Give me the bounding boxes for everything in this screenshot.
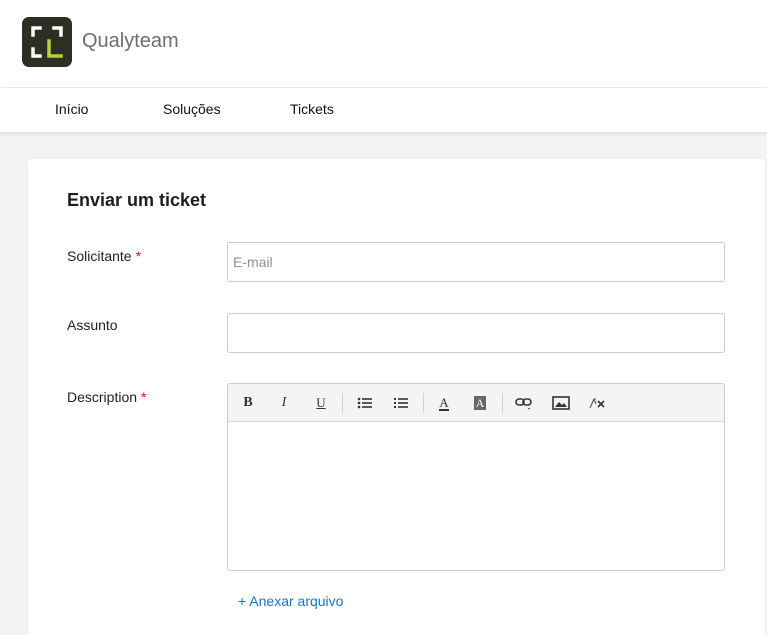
editor-toolbar: B I U A A xyxy=(228,384,724,422)
italic-glyph: I xyxy=(281,395,287,410)
nav-item-tickets[interactable]: Tickets xyxy=(290,101,334,117)
nav-item-solucoes[interactable]: Soluções xyxy=(163,101,221,117)
background-color-icon[interactable]: A xyxy=(469,393,491,413)
numbered-list-icon[interactable] xyxy=(390,393,412,413)
requester-email-input[interactable] xyxy=(227,242,725,282)
main-nav: Início Soluções Tickets xyxy=(0,88,767,133)
description-label-text: Description xyxy=(67,389,138,405)
brand-name[interactable]: Qualyteam xyxy=(82,30,179,53)
required-asterisk: * xyxy=(141,389,147,405)
text-color-icon[interactable]: A xyxy=(433,393,455,413)
text-color-glyph: A xyxy=(439,394,449,411)
description-editor: B I U A A xyxy=(227,383,725,571)
requester-label: Solicitante * xyxy=(67,248,141,264)
required-asterisk: * xyxy=(135,248,142,264)
nav-item-inicio[interactable]: Início xyxy=(55,101,88,117)
image-icon[interactable] xyxy=(550,393,572,413)
top-header: Qualyteam xyxy=(0,0,767,88)
bg-color-glyph: A xyxy=(473,396,487,410)
requester-label-text: Solicitante xyxy=(67,248,132,264)
toolbar-divider xyxy=(342,393,343,413)
attach-file-link[interactable]: + Anexar arquivo xyxy=(238,593,343,609)
underline-icon[interactable]: U xyxy=(310,393,332,413)
link-icon[interactable] xyxy=(513,393,535,413)
bulleted-list-icon[interactable] xyxy=(354,393,376,413)
bold-glyph: B xyxy=(243,395,253,410)
description-text-area[interactable] xyxy=(228,422,724,570)
toolbar-divider xyxy=(423,393,424,413)
italic-icon[interactable]: I xyxy=(273,393,295,413)
subject-input[interactable] xyxy=(227,313,725,353)
toolbar-divider xyxy=(502,393,503,413)
bold-icon[interactable]: B xyxy=(237,393,259,413)
clear-format-icon[interactable] xyxy=(586,393,608,413)
description-label: Description * xyxy=(67,389,146,405)
qualyteam-logo-icon[interactable] xyxy=(22,17,72,67)
form-title: Enviar um ticket xyxy=(67,190,207,210)
underline-glyph: U xyxy=(316,395,326,410)
subject-label: Assunto xyxy=(67,317,118,333)
ticket-form-card: Enviar um ticket Solicitante* Assunto De… xyxy=(28,159,765,635)
